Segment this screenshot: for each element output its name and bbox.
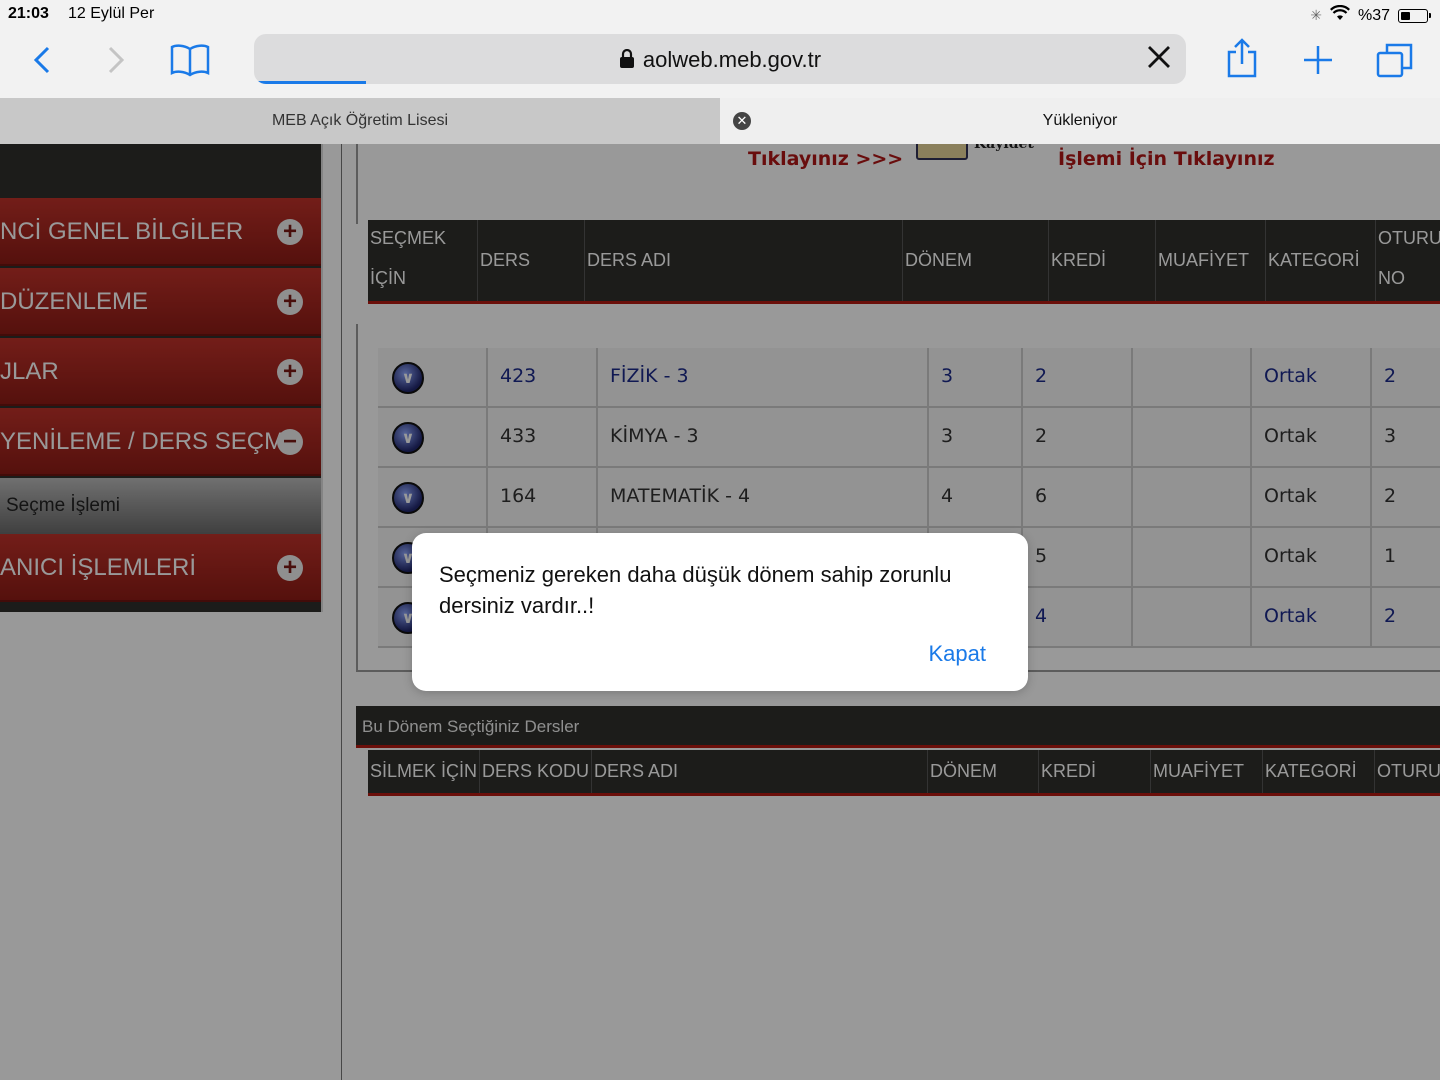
activity-icon: ✳ xyxy=(1310,7,1322,23)
stop-loading-icon[interactable] xyxy=(1146,44,1172,75)
url-text: aolweb.meb.gov.tr xyxy=(642,47,822,72)
lock-icon xyxy=(619,48,635,75)
close-tab-icon[interactable]: ✕ xyxy=(733,112,751,130)
alert-dialog: Seçmeniz gereken daha düşük dönem sahip … xyxy=(412,533,1028,691)
forward-icon[interactable] xyxy=(106,45,126,80)
alert-message: Seçmeniz gereken daha düşük dönem sahip … xyxy=(439,562,952,618)
tabs-overview-icon[interactable] xyxy=(1376,42,1414,83)
load-progress-bar xyxy=(254,81,366,84)
share-icon[interactable] xyxy=(1226,38,1258,83)
address-bar[interactable]: aolweb.meb.gov.tr xyxy=(254,34,1186,84)
tab-loading[interactable]: ✕ Yükleniyor xyxy=(720,98,1440,144)
status-right: ✳ %37 xyxy=(1310,4,1431,26)
status-bar: 21:03 12 Eylül Per ✳ %37 xyxy=(0,0,1440,30)
wifi-icon xyxy=(1329,4,1350,26)
new-tab-icon[interactable] xyxy=(1302,44,1334,81)
battery-icon xyxy=(1398,8,1431,23)
back-icon[interactable] xyxy=(32,45,52,80)
tab-label: MEB Açık Öğretim Lisesi xyxy=(271,112,449,129)
battery-percent: %37 xyxy=(1357,6,1390,24)
tab-label: Yükleniyor xyxy=(1042,112,1118,129)
tab-bar: MEB Açık Öğretim Lisesi ✕ Yükleniyor xyxy=(0,98,1440,144)
status-time: 21:03 xyxy=(8,5,49,22)
close-button[interactable]: Kapat xyxy=(929,641,987,667)
browser-toolbar: aolweb.meb.gov.tr xyxy=(0,30,1440,98)
tab-meb[interactable]: MEB Açık Öğretim Lisesi xyxy=(0,98,720,144)
address-text-wrap: aolweb.meb.gov.tr xyxy=(254,47,1186,75)
bookmarks-icon[interactable] xyxy=(170,43,210,82)
status-date: 12 Eylül Per xyxy=(68,5,155,22)
